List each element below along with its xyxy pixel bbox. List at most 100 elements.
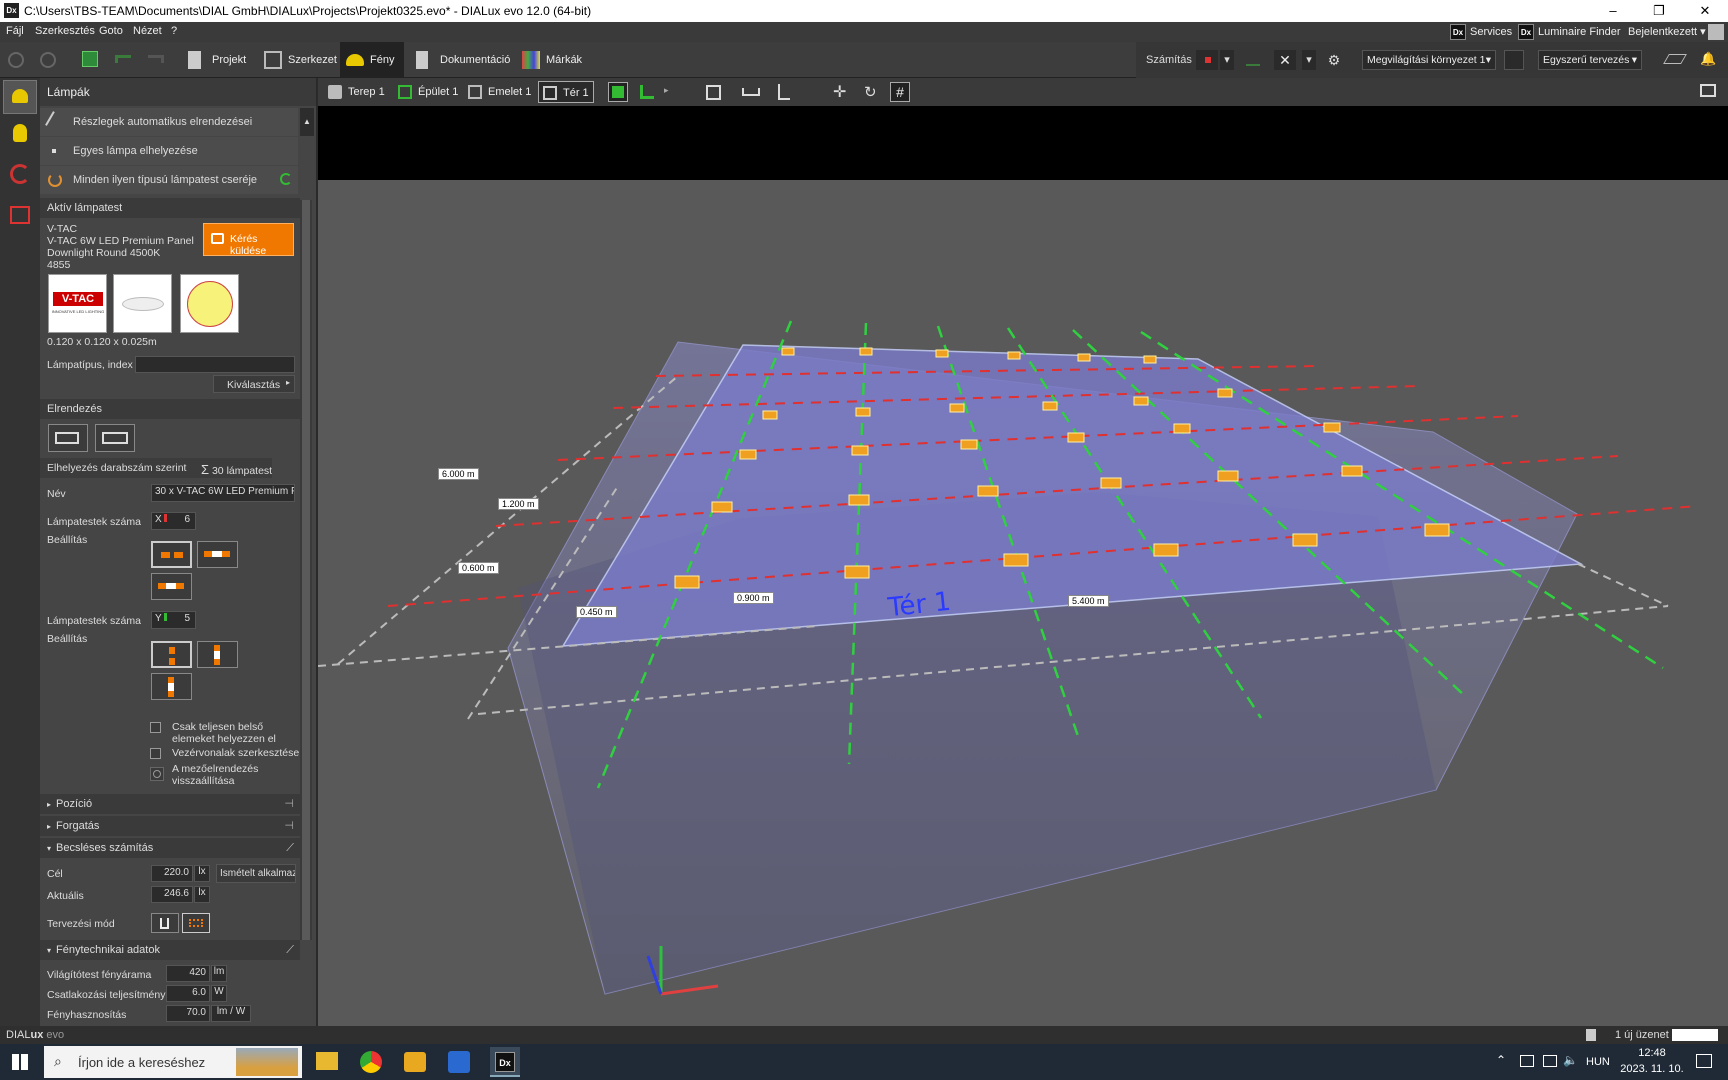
luminaires-mode-button[interactable]: [3, 80, 37, 114]
menu-goto[interactable]: Goto: [99, 25, 123, 37]
zoom-fit-icon[interactable]: [706, 85, 721, 100]
measure-icon[interactable]: [742, 88, 760, 96]
tray-network-icon[interactable]: [1520, 1055, 1534, 1067]
rotate-icon[interactable]: ↻: [864, 83, 877, 101]
cancel-dropdown-icon[interactable]: ▾: [1302, 50, 1316, 70]
breadcrumb-epulet[interactable]: Épület 1: [394, 81, 460, 103]
tray-volume-icon[interactable]: 🔈: [1563, 1053, 1578, 1067]
tab-projekt[interactable]: Projekt: [182, 42, 254, 78]
floor-plan-icon[interactable]: [640, 85, 654, 99]
menu-file[interactable]: Fájl: [6, 25, 24, 37]
3d-view-button[interactable]: [608, 82, 628, 102]
x-setting-option-3[interactable]: [151, 573, 192, 600]
menu-help[interactable]: ?: [171, 25, 177, 37]
field-arrangement-button[interactable]: [48, 424, 88, 452]
luminaire-finder-button[interactable]: Dx Luminaire Finder: [1518, 23, 1621, 41]
login-menu[interactable]: Bejelentkezett ▾: [1628, 23, 1706, 41]
move-icon[interactable]: ✛: [833, 82, 846, 102]
panel-scrollbar[interactable]: [300, 200, 312, 940]
x-count-input[interactable]: X 6: [151, 512, 196, 530]
luminaire-photo[interactable]: [113, 274, 172, 333]
maximize-button[interactable]: ❐: [1636, 0, 1682, 22]
scene-canvas[interactable]: [318, 106, 1728, 1026]
breadcrumb-emelet[interactable]: Emelet 1: [464, 81, 534, 103]
photometric-section[interactable]: ▾ Fénytechnikai adatok ⟋: [40, 940, 300, 960]
arrangement-name-input[interactable]: 30 x V-TAC 6W LED Premium Panel: [151, 484, 295, 502]
auto-arrangement-action[interactable]: Részlegek automatikus elrendezései: [40, 108, 298, 136]
select-luminaire-button[interactable]: Kiválasztás ▸: [213, 375, 295, 393]
pin-icon[interactable]: ⟋: [286, 940, 294, 960]
chevron-right-icon[interactable]: ▸: [664, 85, 669, 96]
messages-count[interactable]: 1 új üzenet: [1615, 1029, 1669, 1041]
y-count-input[interactable]: Y 5: [151, 611, 196, 629]
pin-icon[interactable]: ⊣: [284, 794, 294, 814]
forward-icon[interactable]: [40, 52, 56, 68]
tray-chevron-icon[interactable]: ⌃: [1496, 1053, 1506, 1067]
close-button[interactable]: ✕: [1682, 0, 1728, 22]
y-setting-option-3[interactable]: [151, 673, 192, 700]
grid-snap-icon[interactable]: #: [890, 82, 910, 102]
file-explorer-icon[interactable]: [316, 1052, 338, 1070]
environment-settings-icon[interactable]: [1504, 50, 1524, 70]
tab-feny[interactable]: Fény: [340, 42, 404, 78]
inner-only-checkbox[interactable]: [150, 722, 161, 733]
user-avatar-icon[interactable]: [1708, 24, 1724, 40]
leaf-icon[interactable]: [1246, 52, 1260, 66]
design-mode-lamp-button[interactable]: [151, 913, 179, 933]
tray-time[interactable]: 12:48: [1622, 1047, 1682, 1059]
replace-luminaires-action[interactable]: Minden ilyen típusú lámpatest cseréje: [40, 166, 298, 194]
tray-date[interactable]: 2023. 11. 10.: [1616, 1063, 1688, 1075]
services-button[interactable]: Dx Services: [1450, 23, 1512, 41]
breadcrumb-ter[interactable]: Tér 1: [538, 81, 594, 103]
brand-logo-image[interactable]: V-TAC INNOVATIVE LED LIGHTING: [48, 274, 107, 333]
tab-dokumentacio[interactable]: Dokumentáció: [410, 42, 510, 78]
edit-guides-checkbox[interactable]: [150, 748, 161, 759]
tray-display-icon[interactable]: [1543, 1055, 1557, 1067]
estimate-section[interactable]: ▾ Becsléses számítás ⟋: [40, 838, 300, 858]
windows-start-icon[interactable]: [12, 1054, 28, 1070]
height-measure-icon[interactable]: [778, 84, 790, 100]
design-mode-grid-button[interactable]: [182, 913, 210, 933]
editor-app-icon[interactable]: [448, 1051, 470, 1073]
position-section[interactable]: ▸ Pozíció ⊣: [40, 794, 300, 814]
environment-select[interactable]: Megvilágítási környezet 1 ▾: [1362, 50, 1496, 70]
tab-szerkezet[interactable]: Szerkezet: [258, 42, 338, 78]
reset-field-button[interactable]: [150, 767, 164, 781]
x-setting-option-1[interactable]: [151, 541, 192, 568]
folder-app-icon[interactable]: [404, 1052, 426, 1072]
menu-view[interactable]: Nézet: [133, 25, 162, 37]
repeat-apply-button[interactable]: Ismételt alkalmaz: [216, 864, 296, 883]
chrome-icon[interactable]: [360, 1051, 382, 1073]
light-distribution-diagram[interactable]: [180, 274, 239, 333]
bell-icon[interactable]: 🔔: [1700, 51, 1716, 67]
tools-mode-button[interactable]: [3, 158, 37, 192]
light-scenes-mode-button[interactable]: [3, 118, 37, 152]
calc-objects-mode-button[interactable]: [3, 198, 37, 232]
menu-edit[interactable]: Szerkesztés: [35, 25, 95, 37]
design-mode-select[interactable]: Egyszerű tervezés ▾: [1538, 50, 1642, 70]
cancel-calc-icon[interactable]: ✕: [1274, 50, 1296, 70]
target-input[interactable]: 220.0: [151, 865, 193, 882]
panel-scroll-up-icon[interactable]: ▲: [300, 108, 314, 136]
single-luminaire-action[interactable]: Egyes lámpa elhelyezése: [40, 137, 298, 165]
calc-mode-button[interactable]: [1196, 50, 1218, 70]
pin-icon[interactable]: ⟋: [286, 838, 294, 858]
redo-icon[interactable]: [148, 55, 164, 63]
dialux-taskbar-button[interactable]: Dx: [490, 1047, 520, 1077]
type-index-input[interactable]: [135, 356, 295, 373]
breadcrumb-terep[interactable]: Terep 1: [324, 81, 390, 103]
tab-markak[interactable]: Márkák: [516, 42, 586, 78]
tray-language[interactable]: HUN: [1586, 1056, 1610, 1068]
calc-dropdown-icon[interactable]: ▾: [1220, 50, 1234, 70]
minimize-button[interactable]: –: [1590, 0, 1636, 22]
save-icon[interactable]: [82, 51, 98, 67]
y-setting-option-2[interactable]: [197, 641, 238, 668]
x-setting-option-2[interactable]: [197, 541, 238, 568]
request-button[interactable]: Kérés küldése: [203, 223, 294, 257]
back-icon[interactable]: [8, 52, 24, 68]
notification-icon[interactable]: [1696, 1054, 1712, 1068]
scrollbar-thumb[interactable]: [302, 200, 310, 940]
taskbar-search[interactable]: ⌕ Írjon ide a kereséshez: [44, 1046, 302, 1078]
y-setting-option-1[interactable]: [151, 641, 192, 668]
fullscreen-icon[interactable]: [1700, 84, 1716, 97]
